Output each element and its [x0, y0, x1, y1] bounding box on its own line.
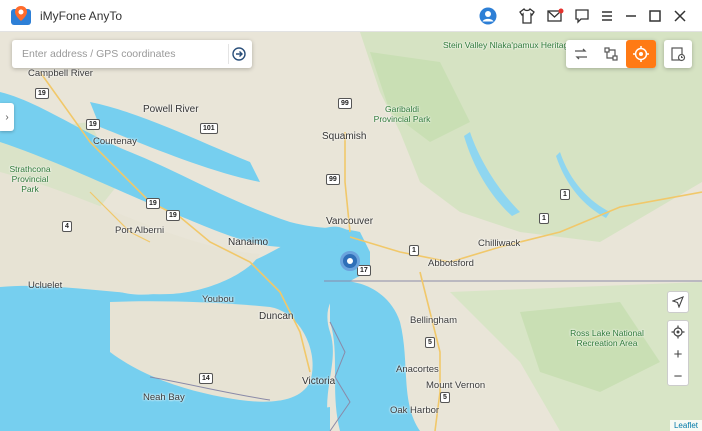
- place-label: Courtenay: [93, 136, 137, 147]
- route-shield: 99: [326, 174, 340, 185]
- menu-icon[interactable]: [597, 6, 617, 26]
- multi-spot-mode-icon: [604, 47, 618, 61]
- place-label: Oak Harbor: [390, 405, 440, 416]
- plus-icon: +: [673, 345, 683, 363]
- place-label: Port Alberni: [115, 225, 165, 236]
- side-panel-toggle[interactable]: ›: [0, 103, 14, 131]
- zoom-in-button[interactable]: +: [668, 343, 688, 365]
- route-shield: 19: [86, 119, 100, 130]
- place-label: Bellingham: [410, 315, 457, 326]
- two-spot-mode-button[interactable]: [566, 40, 596, 68]
- search-go-button[interactable]: [228, 44, 248, 64]
- zoom-out-button[interactable]: −: [668, 365, 688, 387]
- chevron-right-icon: ›: [5, 111, 9, 123]
- place-label: Anacortes: [396, 364, 439, 375]
- mail-icon[interactable]: [545, 6, 565, 26]
- route-shield: 99: [338, 98, 352, 109]
- app-title: iMyFone AnyTo: [40, 9, 123, 23]
- route-shield: 1: [539, 213, 549, 224]
- route-shield: 1: [409, 245, 419, 256]
- route-shield: 19: [35, 88, 49, 99]
- navigate-button[interactable]: [667, 291, 689, 313]
- minus-icon: −: [673, 367, 683, 385]
- place-label: Victoria: [302, 376, 336, 387]
- map-attribution[interactable]: Leaflet: [669, 420, 702, 431]
- feedback-icon[interactable]: [572, 6, 592, 26]
- history-icon: [671, 47, 686, 62]
- route-shield: 5: [440, 392, 450, 403]
- place-label: Ucluelet: [28, 280, 63, 291]
- avatar-icon[interactable]: [478, 6, 498, 26]
- location-marker[interactable]: [340, 251, 360, 271]
- route-shield: 101: [200, 123, 218, 134]
- locate-me-button[interactable]: [668, 321, 688, 343]
- place-label: Powell River: [143, 104, 199, 115]
- route-shield: 14: [199, 373, 213, 384]
- place-label: Vancouver: [326, 216, 374, 227]
- two-spot-mode-icon: [575, 48, 587, 60]
- minimize-icon[interactable]: [621, 6, 641, 26]
- place-label: Youbou: [202, 294, 234, 305]
- place-label: Mount Vernon: [426, 380, 486, 391]
- zoom-controls: + −: [667, 320, 689, 386]
- history-button[interactable]: [664, 40, 692, 68]
- place-label: Squamish: [322, 131, 367, 142]
- route-shield: 17: [357, 265, 371, 276]
- teleport-mode-icon: [633, 46, 649, 62]
- title-bar: iMyFone AnyTo: [0, 0, 702, 32]
- close-icon[interactable]: [670, 6, 690, 26]
- locate-icon: [671, 325, 685, 339]
- map-view[interactable]: Stein Valley Nlaka'pamux Heritage Park C…: [0, 32, 702, 431]
- route-shield: 19: [146, 198, 160, 209]
- route-shield: 5: [425, 337, 435, 348]
- navigation-arrow-icon: [672, 296, 684, 308]
- route-shield: 1: [560, 189, 570, 200]
- route-shield: 4: [62, 221, 72, 232]
- place-label: Abbotsford: [428, 258, 474, 269]
- place-label: Campbell River: [28, 68, 93, 79]
- mode-toolbar: [566, 40, 656, 68]
- route-shield: 19: [166, 210, 180, 221]
- place-label: Duncan: [259, 311, 294, 322]
- maximize-icon[interactable]: [645, 6, 665, 26]
- place-label: Strathcona Provincial Park: [9, 164, 51, 194]
- multi-spot-mode-button[interactable]: [596, 40, 626, 68]
- arrow-right-circle-icon: [231, 47, 246, 61]
- tshirt-icon[interactable]: [517, 6, 537, 26]
- teleport-mode-button[interactable]: [626, 40, 656, 68]
- address-search-bar: [12, 40, 252, 68]
- place-label: Nanaimo: [228, 237, 269, 248]
- place-label: Garibaldi Provincial Park: [373, 104, 431, 124]
- address-search-input[interactable]: [12, 40, 224, 68]
- place-label: Ross Lake National Recreation Area: [570, 328, 644, 348]
- app-logo-icon: [11, 6, 31, 25]
- map-base: [0, 32, 702, 431]
- place-label: Neah Bay: [143, 392, 185, 403]
- place-label: Chilliwack: [478, 238, 521, 249]
